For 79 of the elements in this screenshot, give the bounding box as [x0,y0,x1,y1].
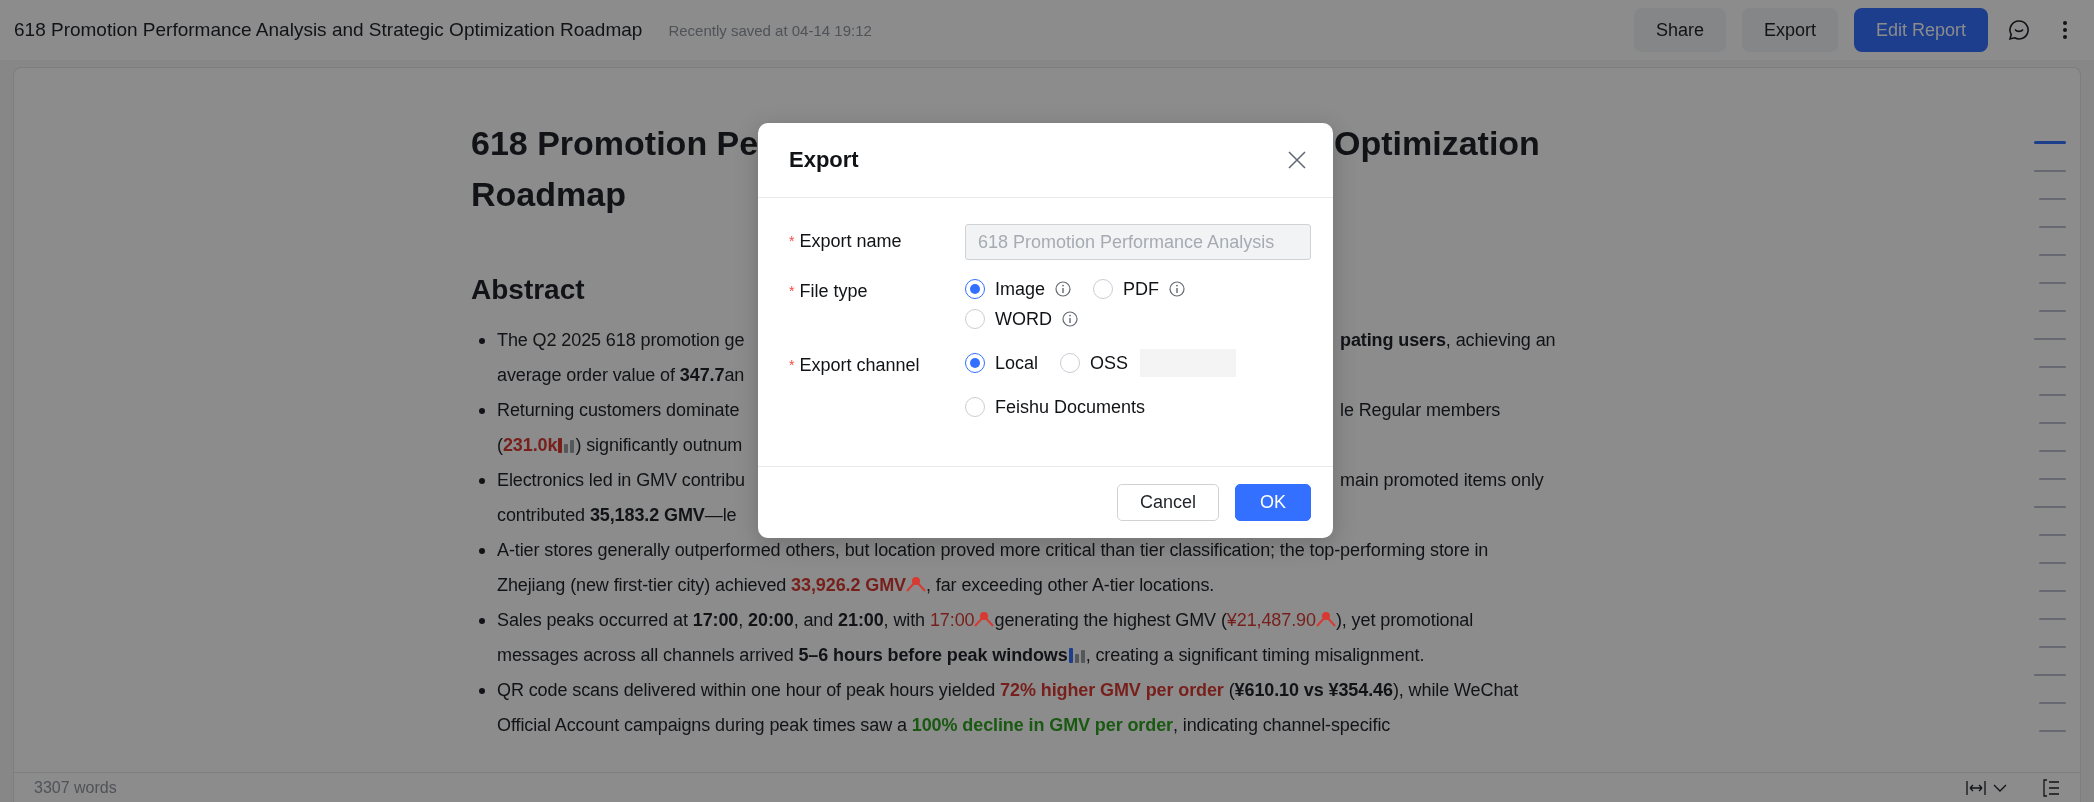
field-label: File type [799,280,868,303]
info-icon[interactable] [1062,311,1078,327]
outline-marker[interactable] [2039,562,2066,564]
document-heading: 618 Promotion Pe [471,123,759,164]
bullet-dot [479,478,485,484]
save-status: Recently saved at 04-14 19:12 [668,21,872,39]
radio-option[interactable]: Local [965,348,1039,378]
radio-option[interactable]: Image [965,274,1072,304]
paragraph-text: QR code scans delivered within one hour of peak hours yielded 72% higher GMV per order (¥610.10 vs ¥354.46), while WeChat Official Account campaigns during peak times saw a 100% decline in GMV per order, indicating channel-specific [497,679,1520,737]
paragraph-text: (231.0k ) significantly outnum [497,433,743,457]
radio-button[interactable] [965,309,985,329]
paragraph-text: main promoted items only [1340,469,1544,492]
header-button[interactable]: Share [1633,8,1726,52]
more-icon[interactable] [2062,20,2068,40]
outline-marker[interactable] [2034,674,2066,676]
outline-marker[interactable] [2039,282,2066,284]
outline-marker[interactable] [2039,730,2066,732]
radio-button[interactable] [965,353,985,373]
outline-icon[interactable] [2042,778,2060,797]
paragraph-text: Sales peaks occurred at 17:00, 20:00, and 21:00, with 17:00 generating the highest GMV (¥21,487.90 ), yet promotional messages across all channels arrived 5–6 hours before peak windows , creating a significant timing misalignment. [497,609,1475,667]
bullet-dot [479,338,485,344]
radio-button[interactable] [1093,279,1114,299]
dialog-title: Export [789,147,859,173]
peak-marker-icon [906,575,926,593]
radio-option[interactable]: OSS [1060,348,1129,378]
outline-marker[interactable] [2039,702,2066,704]
outline-marker[interactable] [2039,590,2066,592]
outline-marker[interactable] [2034,141,2066,144]
ok-button[interactable]: OK [1235,484,1311,521]
radio-option[interactable]: WORD [965,304,1078,334]
paragraph-text: le Regular members [1340,399,1501,422]
bullet-dot [479,618,485,624]
radio-button[interactable] [965,279,985,299]
outline-marker[interactable] [2039,394,2066,396]
outline-marker[interactable] [2039,254,2066,256]
peak-marker-icon [1315,610,1336,628]
outline-marker[interactable] [2034,338,2066,340]
outline-marker[interactable] [2039,618,2066,620]
info-icon[interactable] [1169,281,1186,297]
required-mark: * [789,282,795,301]
outline-marker[interactable] [2034,506,2066,508]
field-label: Export name [799,230,902,253]
outline-marker[interactable] [2039,422,2066,424]
section-heading: Abstract [471,273,585,307]
radio-button[interactable] [1060,353,1081,373]
outline-marker[interactable] [2039,226,2066,228]
outline-marker[interactable] [2039,450,2066,452]
paragraph-text: contributed 35,183.2 GMV—le [497,504,737,527]
comment-icon[interactable] [2007,18,2031,42]
header-button[interactable]: Export [1741,8,1838,52]
radio-option[interactable]: Feishu Documents [965,392,1146,422]
paragraph-text: pating users, achieving an [1340,329,1556,352]
document-heading: Optimization [1334,123,1540,164]
document-title: 618 Promotion Performance Analysis and Strategic Optimization Roadmap [14,19,643,41]
required-mark: * [789,356,795,375]
paragraph-text: Returning customers dominate [497,399,740,422]
outline-marker[interactable] [2039,310,2066,312]
peak-marker-icon [974,610,995,628]
outline-marker[interactable] [2034,170,2066,172]
bullet-dot [479,548,485,554]
required-mark: * [789,232,795,251]
cancel-button[interactable]: Cancel [1116,484,1219,521]
document-heading: Roadmap [471,175,626,213]
field-label: Export channel [799,354,920,377]
radio-button[interactable] [965,397,985,417]
bullet-dot [479,688,485,694]
paragraph-text: Electronics led in GMV contribu [497,469,745,492]
outline-marker[interactable] [2039,646,2066,648]
outline-marker[interactable] [2039,198,2066,200]
bullet-dot [479,408,485,414]
radio-option[interactable]: PDF [1093,274,1186,304]
export-name-field[interactable]: 618 Promotion Performance Analysis [965,224,1311,260]
paragraph-text: average order value of 347.7an [497,364,745,387]
outline-marker[interactable] [2039,366,2066,368]
word-count: 3307 words [34,778,117,797]
outline-marker[interactable] [2039,478,2066,480]
outline-marker[interactable] [2039,534,2066,536]
info-icon[interactable] [1055,281,1072,297]
paragraph-text: The Q2 2025 618 promotion ge [497,329,745,352]
